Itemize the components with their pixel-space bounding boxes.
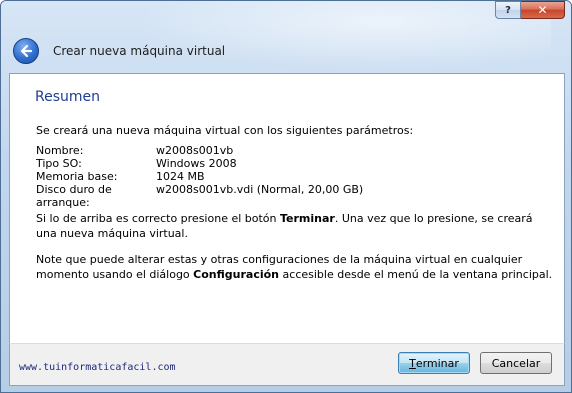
back-button[interactable]: [13, 38, 39, 64]
summary-value: w2008s001vb.vdi (Normal, 20,00 GB): [156, 183, 364, 196]
summary-value: w2008s001vb: [156, 144, 234, 157]
help-button[interactable]: ?: [495, 1, 521, 19]
wizard-title: Crear nueva máquina virtual: [53, 44, 226, 58]
intro-text: Se creará una nueva máquina virtual con …: [36, 124, 414, 137]
summary-row-boot-disk: Disco duro de arranque: w2008s001vb.vdi …: [36, 183, 364, 209]
summary-row-os-type: Tipo SO: Windows 2008: [36, 157, 363, 170]
confirm-text-start: Si lo de arriba es correcto presione el …: [36, 212, 280, 225]
finish-button[interactable]: Terminar: [398, 352, 470, 374]
summary-label: Disco duro de arranque:: [36, 183, 112, 209]
finish-mnemonic: T: [409, 356, 416, 370]
cancel-button[interactable]: Cancelar: [480, 352, 552, 374]
summary-value: 1024 MB: [156, 170, 205, 183]
finish-reference: Terminar: [280, 212, 335, 225]
wizard-footer: www.tuinformaticafacil.com Terminar Canc…: [9, 343, 565, 386]
close-button[interactable]: ✕: [521, 1, 565, 19]
wizard-content: Resumen Se creará una nueva máquina virt…: [9, 73, 565, 343]
summary-label: Memoria base:: [36, 170, 118, 183]
caption-buttons: ? ✕: [495, 1, 565, 20]
summary-row-memory: Memoria base: 1024 MB: [36, 170, 363, 183]
summary-table: Nombre: w2008s001vb Tipo SO: Windows 200…: [36, 144, 364, 209]
watermark-text: www.tuinformaticafacil.com: [19, 362, 176, 373]
wizard-header: Crear nueva máquina virtual: [9, 29, 565, 73]
summary-value: Windows 2008: [156, 157, 237, 170]
page-title: Resumen: [35, 89, 101, 105]
wizard-window: ? ✕ Crear nueva máquina virtual Resumen …: [0, 0, 572, 393]
confirm-paragraph: Si lo de arriba es correcto presione el …: [36, 211, 556, 241]
settings-reference: Configuración: [193, 268, 280, 281]
summary-label: Nombre:: [36, 144, 84, 157]
summary-label: Tipo SO:: [36, 157, 82, 170]
back-arrow-icon: [20, 44, 33, 58]
note-paragraph: Note que puede alterar estas y otras con…: [36, 252, 556, 282]
summary-row-name: Nombre: w2008s001vb: [36, 144, 363, 157]
finish-label: erminar: [415, 356, 459, 370]
note-text-end: accesible desde el menú de la ventana pr…: [279, 268, 553, 281]
